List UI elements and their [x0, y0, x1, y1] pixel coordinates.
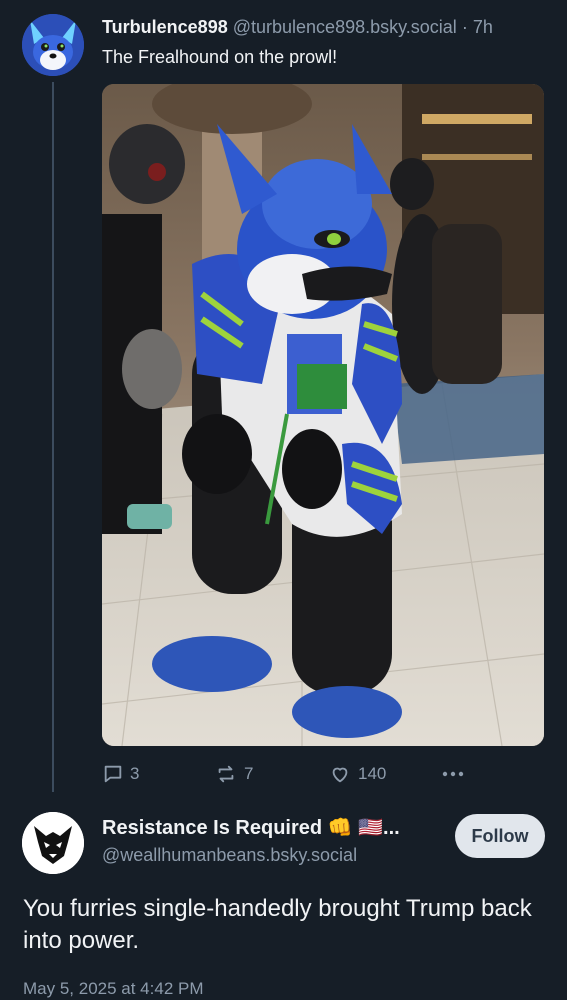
author-handle[interactable]: @turbulence898.bsky.social [233, 17, 457, 37]
wolf-logo-avatar [22, 812, 84, 874]
post-text: The Frealhound on the prowl! [102, 47, 338, 67]
reply-button[interactable]: 3 [102, 760, 139, 788]
follow-button[interactable]: Follow [455, 814, 545, 858]
thread-line [52, 82, 54, 792]
post-image[interactable] [102, 84, 544, 746]
reply-avatar[interactable] [22, 812, 84, 874]
fursuit-photo [102, 84, 544, 746]
reply-author-display-name[interactable]: Resistance Is Required 👊 🇺🇸... [102, 816, 400, 840]
more-options-button[interactable] [440, 760, 466, 788]
post-time[interactable]: 7h [473, 17, 493, 37]
repost-count: 7 [244, 764, 254, 783]
reply-author-handle[interactable]: @weallhumanbeans.bsky.social [102, 844, 357, 866]
like-button[interactable]: 140 [328, 760, 386, 788]
reply-icon [104, 765, 122, 783]
more-icon [442, 771, 464, 777]
reply-count: 3 [130, 764, 140, 783]
reply-text: You furries single-handedly brought Trum… [23, 895, 532, 954]
avatar-image [22, 14, 84, 76]
post-actions: 3 7 140 [102, 760, 544, 788]
post-header: Turbulence898 @turbulence898.bsky.social… [102, 16, 493, 38]
like-count: 140 [358, 764, 387, 783]
repost-button[interactable]: 7 [214, 760, 253, 788]
author-display-name[interactable]: Turbulence898 [102, 17, 228, 37]
like-icon [332, 767, 348, 783]
avatar[interactable] [22, 14, 84, 76]
reply-timestamp: May 5, 2025 at 4:42 PM [23, 979, 204, 998]
repost-icon [218, 765, 234, 783]
separator-dot: · [461, 17, 468, 37]
